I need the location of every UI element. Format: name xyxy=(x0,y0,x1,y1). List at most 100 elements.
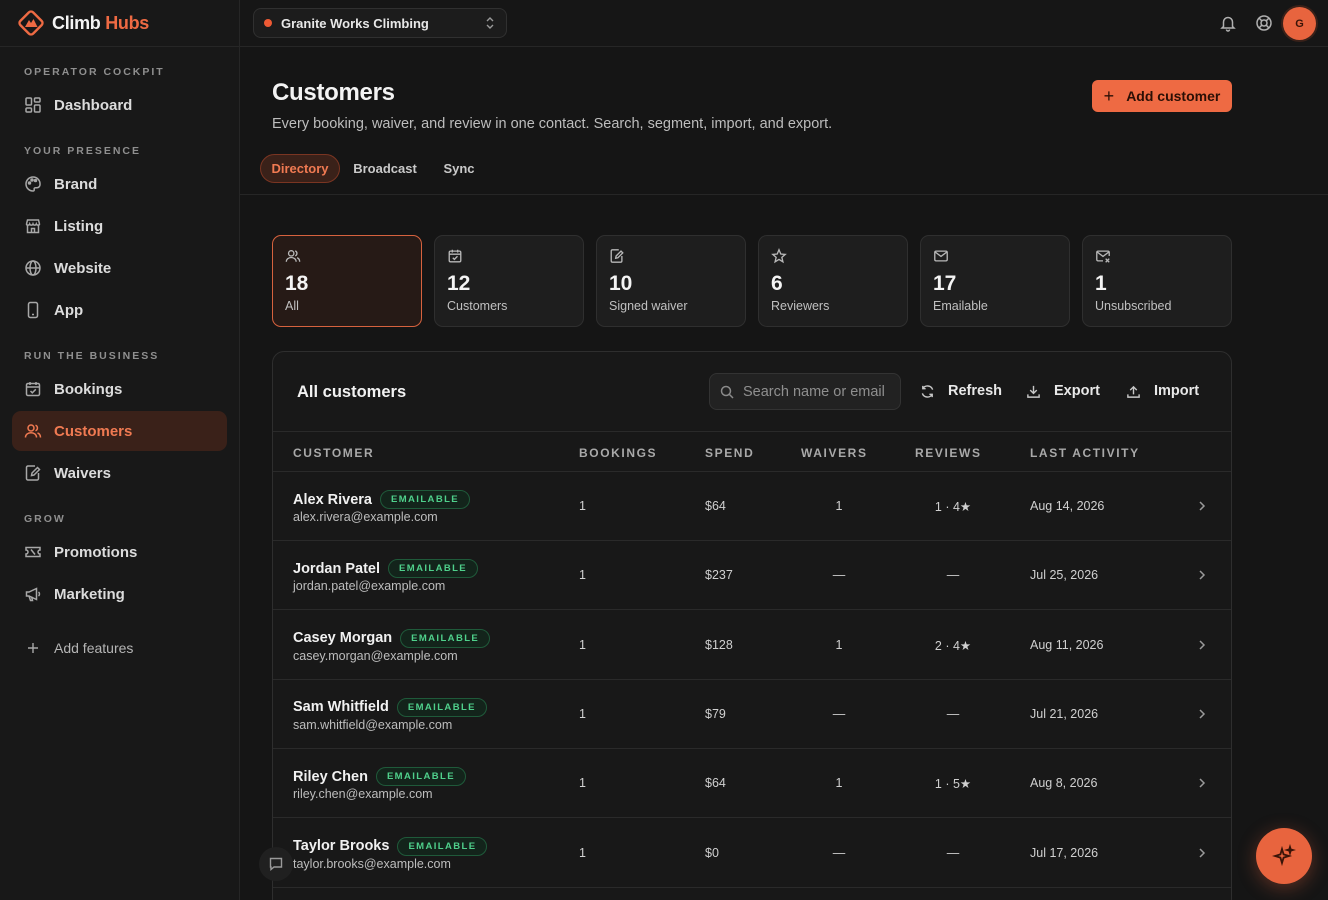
refresh-button[interactable]: Refresh xyxy=(920,380,1002,402)
ticket-icon xyxy=(25,546,41,558)
sidebar-item-app[interactable]: App xyxy=(12,290,227,330)
emailable-badge: EMAILABLE xyxy=(400,628,491,648)
upload-icon xyxy=(1127,385,1140,398)
topbar: Granite Works Climbing G xyxy=(240,0,1328,47)
stat-card-signed-waiver[interactable]: 10 Signed waiver xyxy=(596,235,746,327)
waivers-cell: — xyxy=(832,845,846,860)
section-label-run-the-business: RUN THE BUSINESS xyxy=(24,350,160,362)
import-button[interactable]: Import xyxy=(1126,380,1199,402)
sidebar-item-label: Marketing xyxy=(54,585,125,603)
column-header-customer[interactable]: CUSTOMER xyxy=(293,446,374,460)
stat-label: All xyxy=(285,299,299,313)
bookings-cell: 1 xyxy=(579,637,586,652)
star-icon xyxy=(771,248,787,264)
add-customer-label: Add customer xyxy=(1126,88,1221,104)
last-activity-cell: Jul 21, 2026 xyxy=(1030,706,1099,721)
add-features-label: Add features xyxy=(54,640,134,656)
sidebar-item-label: Listing xyxy=(54,217,104,235)
ai-assistant-button[interactable] xyxy=(1256,828,1312,884)
stat-card-unsubscribed[interactable]: 1 Unsubscribed xyxy=(1082,235,1232,327)
page-subtitle: Every booking, waiver, and review in one… xyxy=(272,116,833,132)
add-customer-button[interactable]: + Add customer xyxy=(1092,80,1232,112)
column-header-bookings[interactable]: BOOKINGS xyxy=(579,446,657,460)
chevron-right-icon[interactable] xyxy=(1196,569,1208,581)
tab-sync[interactable]: Sync xyxy=(436,154,482,183)
add-features-button[interactable]: Add features xyxy=(12,628,227,668)
sidebar-item-website[interactable]: Website xyxy=(12,248,227,288)
sidebar-item-label: App xyxy=(54,301,84,319)
table-row[interactable]: Riley Chen EMAILABLE riley.chen@example.co… xyxy=(273,749,1231,819)
sidebar-item-customers[interactable]: Customers xyxy=(12,411,227,451)
column-header-last-activity[interactable]: LAST ACTIVITY xyxy=(1030,446,1140,460)
tab-directory[interactable]: Directory xyxy=(260,154,340,183)
chevron-right-icon[interactable] xyxy=(1196,500,1208,512)
calendar-check-icon xyxy=(448,249,462,263)
chevron-up-down-icon xyxy=(486,17,494,29)
customer-email: riley.chen@example.com xyxy=(293,787,433,802)
stat-card-all[interactable]: 18 All xyxy=(272,235,422,327)
sidebar-item-marketing[interactable]: Marketing xyxy=(12,574,227,614)
stat-card-emailable[interactable]: 17 Emailable xyxy=(920,235,1070,327)
stat-card-reviewers[interactable]: 6 Reviewers xyxy=(758,235,908,327)
customer-email: alex.rivera@example.com xyxy=(293,510,438,524)
export-label: Export xyxy=(1054,383,1100,399)
import-label: Import xyxy=(1154,383,1200,399)
help-lifebuoy-icon[interactable] xyxy=(1255,14,1273,32)
brand[interactable]: Climb Hubs xyxy=(0,0,239,47)
table-row[interactable]: Alex Rivera EMAILABLE alex.rivera@example.… xyxy=(273,472,1231,541)
stat-value: 12 xyxy=(447,272,471,295)
emailable-badge: EMAILABLE xyxy=(375,767,466,787)
phone-icon xyxy=(27,301,39,319)
reviews-cell: — xyxy=(946,568,960,583)
sidebar-item-label: Waivers xyxy=(54,464,111,482)
chevron-right-icon[interactable] xyxy=(1196,708,1208,720)
bell-icon[interactable] xyxy=(1219,14,1237,32)
avatar[interactable]: G xyxy=(1283,7,1316,40)
sidebar-item-listing[interactable]: Listing xyxy=(12,206,227,246)
calendar-check-icon xyxy=(25,382,41,397)
dashboard-icon xyxy=(25,97,41,113)
table-row[interactable]: Jordan Patel EMAILABLE jordan.patel@exampl… xyxy=(273,541,1231,611)
bookings-cell: 1 xyxy=(579,706,586,721)
refresh-label: Refresh xyxy=(948,383,1002,399)
reviews-cell: 2 · 4★ xyxy=(934,638,972,653)
file-signature-icon xyxy=(610,249,624,263)
table-row[interactable]: Taylor Brooks EMAILABLE taylor.brooks@exam… xyxy=(273,819,1231,888)
reviews-cell: — xyxy=(946,706,960,721)
column-header-waivers[interactable]: WAIVERS xyxy=(801,446,868,460)
sidebar-item-dashboard[interactable]: Dashboard xyxy=(12,85,227,125)
organization-selector[interactable]: Granite Works Climbing xyxy=(253,8,507,38)
customer-name: Alex Rivera xyxy=(293,491,372,508)
chat-button[interactable] xyxy=(259,847,293,881)
customer-name-cell: Alex Rivera EMAILABLE xyxy=(293,490,471,509)
chevron-right-icon[interactable] xyxy=(1196,639,1208,651)
column-header-spend[interactable]: SPEND xyxy=(705,446,754,460)
table-row[interactable]: Casey Morgan EMAILABLE casey.morgan@exampl… xyxy=(273,611,1231,680)
chevron-right-icon[interactable] xyxy=(1196,777,1208,789)
sidebar-item-waivers[interactable]: Waivers xyxy=(12,453,227,493)
customers-table-panel: All customers Refresh Export Import CUST… xyxy=(272,351,1232,900)
stat-value: 17 xyxy=(933,272,957,295)
stat-label: Emailable xyxy=(933,299,988,313)
brand-name: Climb Hubs xyxy=(52,12,150,33)
download-icon xyxy=(1027,385,1040,398)
customer-name-cell: Sam Whitfield EMAILABLE xyxy=(293,697,487,717)
sidebar-item-label: Dashboard xyxy=(54,96,133,114)
column-header-reviews[interactable]: REVIEWS xyxy=(915,446,982,460)
search-box[interactable] xyxy=(709,373,901,410)
tab-broadcast[interactable]: Broadcast xyxy=(346,154,424,183)
plus-icon: + xyxy=(1103,85,1115,106)
chevron-right-icon[interactable] xyxy=(1196,847,1208,859)
waivers-cell: — xyxy=(832,568,846,583)
search-input[interactable] xyxy=(743,383,893,400)
spend-cell: $237 xyxy=(705,568,733,583)
table-row[interactable]: Sam Whitfield EMAILABLE sam.whitfield@exam… xyxy=(273,680,1231,749)
sidebar-item-brand[interactable]: Brand xyxy=(12,164,227,204)
search-icon xyxy=(720,385,734,399)
sidebar-item-bookings[interactable]: Bookings xyxy=(12,369,227,409)
export-button[interactable]: Export xyxy=(1026,380,1100,402)
palette-icon xyxy=(25,176,41,192)
stat-value: 10 xyxy=(609,272,633,295)
sidebar-item-promotions[interactable]: Promotions xyxy=(12,532,227,572)
stat-card-customers[interactable]: 12 Customers xyxy=(434,235,584,327)
